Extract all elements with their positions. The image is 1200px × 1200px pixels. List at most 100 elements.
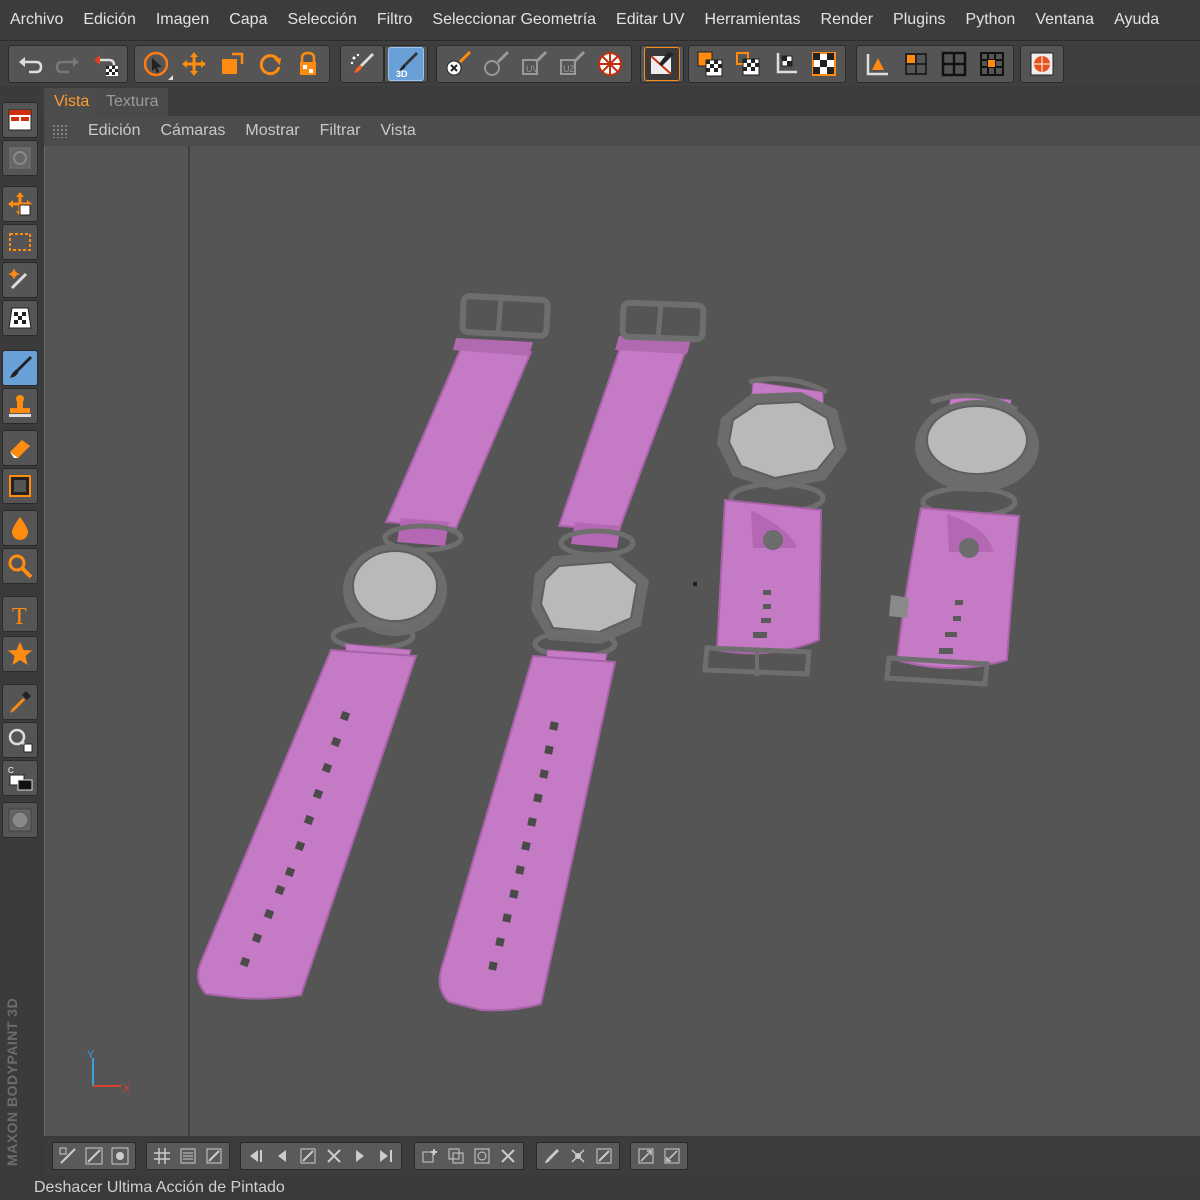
shape-star-icon[interactable]: [2, 636, 38, 672]
key-first-icon[interactable]: [244, 1145, 268, 1167]
layout-multi-icon[interactable]: [974, 47, 1010, 81]
layout-icon[interactable]: [2, 102, 38, 138]
tab-textura[interactable]: Textura: [96, 88, 169, 116]
brush-preset-icon[interactable]: [540, 1145, 564, 1167]
texture-import-icon[interactable]: [660, 1145, 684, 1167]
viewport-icon[interactable]: [2, 140, 38, 176]
rectangle-select-icon[interactable]: [2, 224, 38, 260]
menu-capa[interactable]: Capa: [219, 0, 277, 40]
menu-ayuda[interactable]: Ayuda: [1104, 0, 1169, 40]
vp-menu-mostrar[interactable]: Mostrar: [235, 122, 309, 140]
menu-editar-uv[interactable]: Editar UV: [606, 0, 694, 40]
vp-menu-vista[interactable]: Vista: [371, 122, 426, 140]
brush-hardness-icon[interactable]: [592, 1145, 616, 1167]
grip-handle-icon[interactable]: [52, 124, 68, 138]
key-record-icon[interactable]: [296, 1145, 320, 1167]
fill-icon[interactable]: [2, 468, 38, 504]
text-tool-icon[interactable]: T: [2, 596, 38, 632]
zoom-select-icon[interactable]: [2, 722, 38, 758]
key-delete-icon[interactable]: [322, 1145, 346, 1167]
layout-group: [856, 45, 1014, 83]
axis-icon[interactable]: [768, 47, 804, 81]
layer-merge-icon[interactable]: [444, 1145, 468, 1167]
eraser-icon[interactable]: [2, 430, 38, 466]
layer-add-icon[interactable]: [418, 1145, 442, 1167]
axis-gizmo: Y X: [87, 1049, 131, 1095]
key-last-icon[interactable]: [374, 1145, 398, 1167]
menu-filtro[interactable]: Filtro: [367, 0, 423, 40]
menu-seleccionar-geometria[interactable]: Seleccionar Geometría: [422, 0, 606, 40]
eyedropper-icon[interactable]: [2, 684, 38, 720]
menu-archivo[interactable]: Archivo: [4, 0, 73, 40]
menu-ventana[interactable]: Ventana: [1025, 0, 1104, 40]
render-icon[interactable]: [592, 47, 628, 81]
texture-export-icon[interactable]: [634, 1145, 658, 1167]
render-settings-icon[interactable]: [108, 1145, 132, 1167]
layout-single-icon[interactable]: [860, 47, 896, 81]
layout-quad-icon[interactable]: [898, 47, 934, 81]
menu-seleccion[interactable]: Selección: [277, 0, 366, 40]
redo-icon[interactable]: [50, 47, 86, 81]
bottom-group-2: [146, 1142, 230, 1170]
projection-group: [688, 45, 846, 83]
watch-1-face: [352, 550, 438, 622]
brush-size-icon[interactable]: [566, 1145, 590, 1167]
vp-menu-camaras[interactable]: Cámaras: [150, 122, 235, 140]
watch-1-top-keeper: [397, 518, 449, 546]
menu-plugins[interactable]: Plugins: [883, 0, 955, 40]
layer-mask-icon[interactable]: [470, 1145, 494, 1167]
move-tool-icon[interactable]: [2, 186, 38, 222]
paint-group: [340, 45, 384, 83]
menu-edicion[interactable]: Edición: [73, 0, 145, 40]
scale-icon[interactable]: [214, 47, 250, 81]
move-icon[interactable]: [176, 47, 212, 81]
projection-icon[interactable]: [730, 47, 766, 81]
rotate-icon[interactable]: [252, 47, 288, 81]
3d-viewport[interactable]: Y X: [44, 146, 1200, 1136]
smudge-icon[interactable]: [2, 510, 38, 546]
key-next-icon[interactable]: [348, 1145, 372, 1167]
tab-vista[interactable]: Vista: [44, 88, 100, 116]
vp-menu-filtrar[interactable]: Filtrar: [310, 122, 371, 140]
menu-render[interactable]: Render: [811, 0, 883, 40]
brush-3d-icon[interactable]: [344, 47, 380, 81]
filter-view-icon[interactable]: [202, 1145, 226, 1167]
undo-paint-icon[interactable]: [88, 47, 124, 81]
watch-4-keeper: [889, 595, 909, 618]
magnify-icon[interactable]: [2, 548, 38, 584]
render-active-icon[interactable]: [82, 1145, 106, 1167]
uv-edge-icon[interactable]: [478, 47, 514, 81]
list-view-icon[interactable]: [176, 1145, 200, 1167]
live-selection-icon[interactable]: [138, 47, 174, 81]
material-checker-icon[interactable]: [644, 47, 680, 81]
clone-stamp-icon[interactable]: [2, 388, 38, 424]
checker-icon[interactable]: [806, 47, 842, 81]
brush-icon[interactable]: [2, 350, 38, 386]
menu-imagen[interactable]: Imagen: [146, 0, 219, 40]
menu-python[interactable]: Python: [956, 0, 1026, 40]
texture-checker-icon[interactable]: [692, 47, 728, 81]
scene-point-marker: [693, 582, 697, 586]
watch-2-face: [539, 560, 639, 634]
key-prev-icon[interactable]: [270, 1145, 294, 1167]
watch-4-face: [926, 405, 1028, 475]
layer-delete-icon[interactable]: [496, 1145, 520, 1167]
svg-text:T: T: [12, 604, 27, 628]
color-swatch-icon[interactable]: C: [2, 760, 38, 796]
undo-icon[interactable]: [12, 47, 48, 81]
lock-icon[interactable]: [290, 47, 326, 81]
render-region-icon[interactable]: [56, 1145, 80, 1167]
menu-herramientas[interactable]: Herramientas: [695, 0, 811, 40]
paint-3d-mode-icon[interactable]: 3D: [388, 47, 424, 81]
projection-paint-icon[interactable]: [2, 300, 38, 336]
magic-wand-icon[interactable]: [2, 262, 38, 298]
bottom-toolbar: [44, 1138, 1200, 1176]
layout-grid-icon[interactable]: [936, 47, 972, 81]
render-sphere-icon[interactable]: [1024, 47, 1060, 81]
uv-point-icon[interactable]: [440, 47, 476, 81]
grid-toggle-icon[interactable]: [150, 1145, 174, 1167]
uv-polygon-icon[interactable]: UV: [516, 47, 552, 81]
sphere-preview-icon[interactable]: [2, 802, 38, 838]
texture-view-icon[interactable]: UZ: [554, 47, 590, 81]
vp-menu-edicion[interactable]: Edición: [78, 122, 150, 140]
